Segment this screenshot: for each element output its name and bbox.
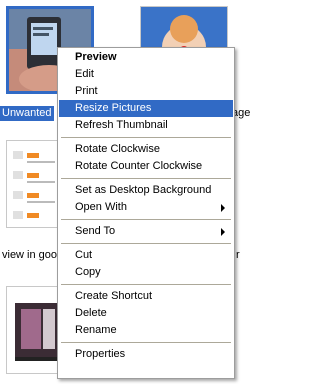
menu-item-print[interactable]: Print — [59, 83, 233, 100]
menu-item-set-as-desktop-background[interactable]: Set as Desktop Background — [59, 182, 233, 199]
menu-item-preview[interactable]: Preview — [59, 49, 233, 66]
submenu-arrow-icon — [221, 228, 225, 236]
menu-item-rotate-clockwise[interactable]: Rotate Clockwise — [59, 141, 233, 158]
thumbnail-caption: view in goo — [2, 249, 58, 261]
menu-separator — [61, 178, 231, 179]
menu-separator — [61, 137, 231, 138]
menu-separator — [61, 243, 231, 244]
menu-item-refresh-thumbnail[interactable]: Refresh Thumbnail — [59, 117, 233, 134]
menu-item-label: Send To — [75, 225, 116, 237]
menu-item-delete[interactable]: Delete — [59, 305, 233, 322]
menu-item-rename[interactable]: Rename — [59, 322, 233, 339]
menu-item-cut[interactable]: Cut — [59, 247, 233, 264]
context-menu: Preview Edit Print Resize Pictures Refre… — [57, 47, 235, 379]
menu-item-rotate-counter-clockwise[interactable]: Rotate Counter Clockwise — [59, 158, 233, 175]
thumbnail-caption: Unwanted — [0, 106, 54, 121]
menu-item-open-with[interactable]: Open With — [59, 199, 233, 216]
menu-item-label: Open With — [75, 201, 127, 213]
submenu-arrow-icon — [221, 204, 225, 212]
menu-item-copy[interactable]: Copy — [59, 264, 233, 281]
menu-separator — [61, 284, 231, 285]
menu-separator — [61, 219, 231, 220]
menu-item-create-shortcut[interactable]: Create Shortcut — [59, 288, 233, 305]
menu-item-send-to[interactable]: Send To — [59, 223, 233, 240]
menu-separator — [61, 342, 231, 343]
menu-item-edit[interactable]: Edit — [59, 66, 233, 83]
menu-item-properties[interactable]: Properties — [59, 346, 233, 363]
menu-item-resize-pictures[interactable]: Resize Pictures — [59, 100, 233, 117]
thumbnail-caption: r — [236, 249, 240, 261]
